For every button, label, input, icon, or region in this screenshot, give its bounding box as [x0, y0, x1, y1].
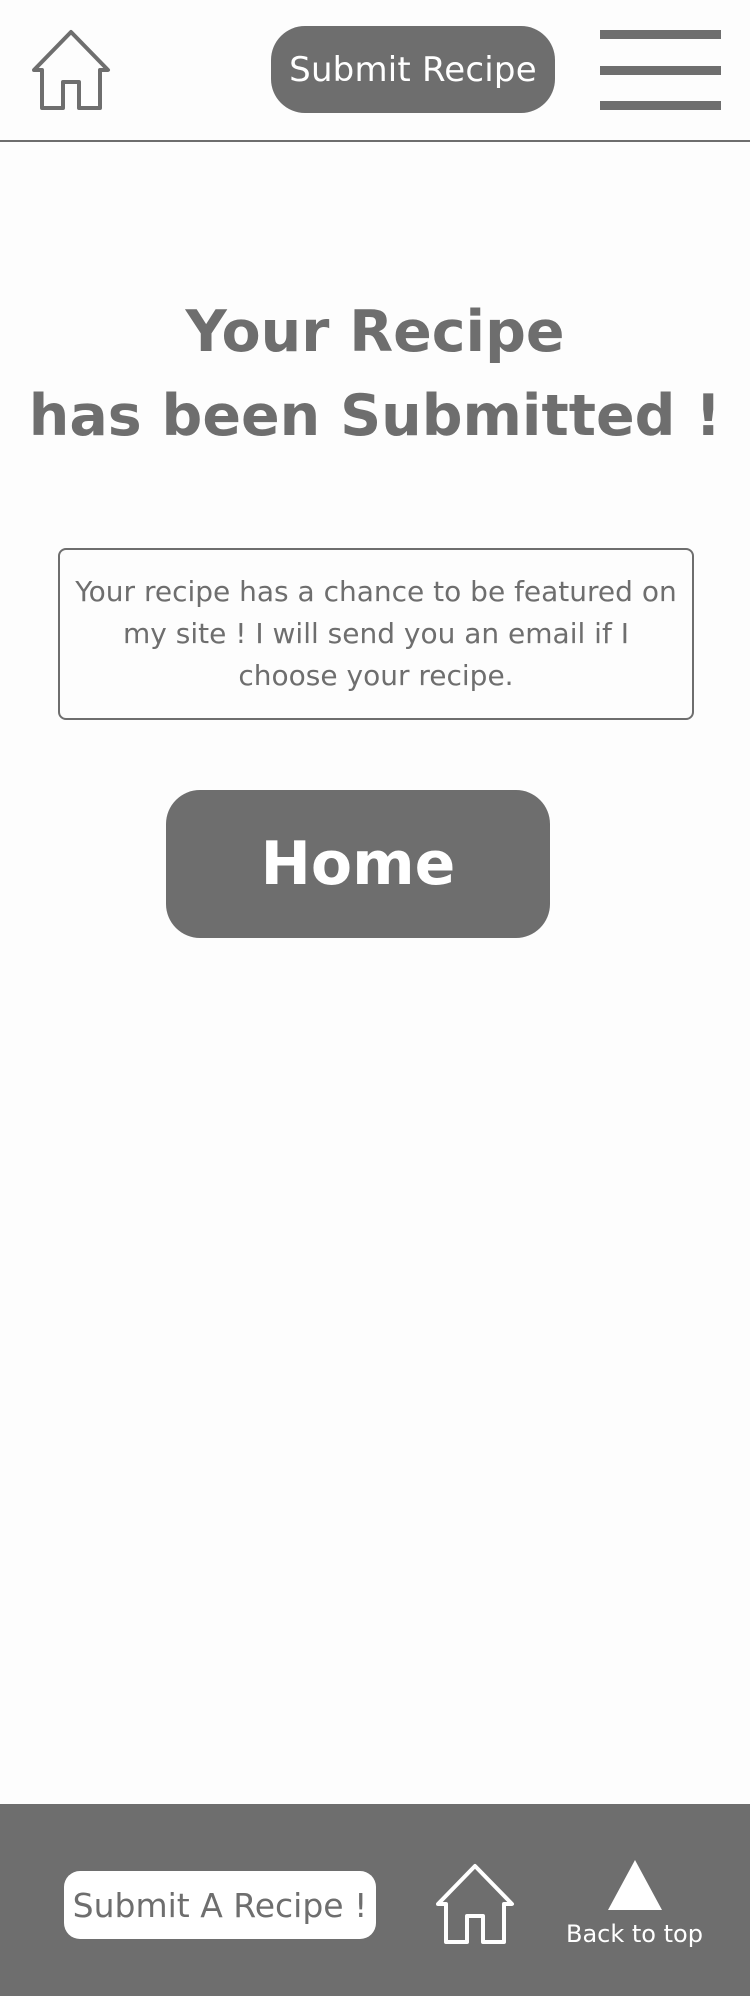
title-line-2: has been Submitted !: [28, 383, 722, 449]
home-icon: [436, 1864, 514, 1944]
header: Submit Recipe: [0, 0, 750, 142]
hamburger-menu-icon[interactable]: [600, 30, 721, 110]
footer-home-link[interactable]: [430, 1858, 520, 1948]
page-title: Your Recipe has been Submitted !: [0, 290, 750, 458]
menu-bar: [600, 30, 721, 39]
footer: Submit A Recipe ! Back to top: [0, 1804, 750, 1996]
home-button[interactable]: Home: [166, 790, 550, 938]
triangle-up-icon: [608, 1860, 662, 1910]
home-icon: [32, 30, 110, 110]
home-icon-link[interactable]: [26, 24, 116, 114]
submit-recipe-button[interactable]: Submit Recipe: [271, 26, 555, 113]
confirmation-message: Your recipe has a chance to be featured …: [58, 548, 694, 720]
back-to-top-button[interactable]: Back to top: [566, 1856, 703, 1956]
menu-bar: [600, 66, 721, 75]
menu-bar: [600, 101, 721, 110]
back-to-top-label: Back to top: [566, 1920, 703, 1948]
title-line-1: Your Recipe: [185, 299, 565, 365]
footer-submit-recipe-button[interactable]: Submit A Recipe !: [64, 1871, 376, 1939]
confirmation-message-text: Your recipe has a chance to be featured …: [75, 575, 677, 692]
